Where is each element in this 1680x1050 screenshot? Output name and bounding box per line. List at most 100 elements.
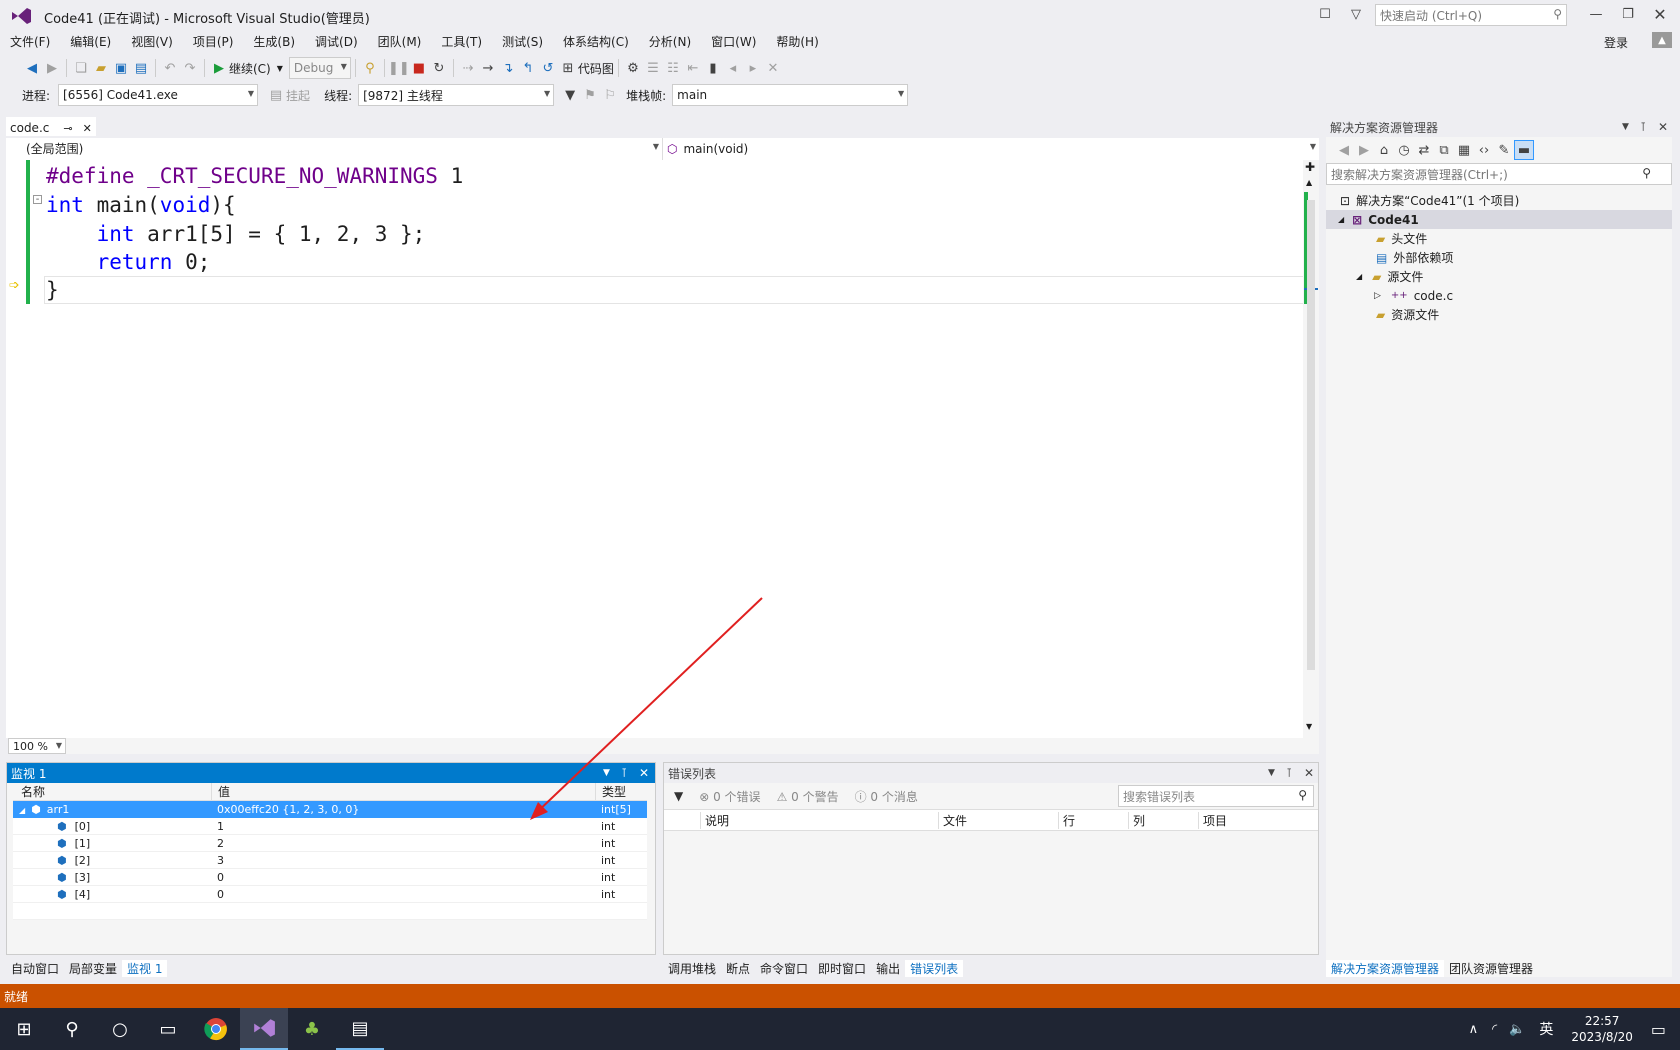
col-column[interactable]: 列 xyxy=(1128,811,1198,829)
start-button[interactable]: ⊞ xyxy=(0,1008,48,1050)
menu-project[interactable]: 项目(P) xyxy=(183,33,244,50)
flag-threads-icon[interactable]: ⚑ xyxy=(580,85,600,105)
history-icon[interactable]: ◷ xyxy=(1394,140,1414,160)
menu-window[interactable]: 窗口(W) xyxy=(701,33,766,50)
stack-frame-select[interactable]: main ▼ xyxy=(672,84,909,106)
show-next-statement-icon[interactable]: ⇢ xyxy=(458,58,478,78)
break-all-icon[interactable]: ❚❚ xyxy=(388,58,410,78)
quick-launch-input[interactable]: 快速启动 (Ctrl+Q) ⚲ xyxy=(1375,4,1567,26)
tree-folder-node[interactable]: ▰ 头文件 xyxy=(1326,229,1672,248)
split-icon[interactable]: ✚ xyxy=(1305,160,1315,174)
filter-icon[interactable]: ▽ xyxy=(1346,4,1366,24)
tree-folder-node[interactable]: ◢ ▰ 源文件 xyxy=(1326,267,1672,286)
restart-icon[interactable]: ↻ xyxy=(429,58,449,78)
watch-row[interactable]: ⬢ [3] 0 int xyxy=(13,869,647,886)
scroll-up-icon[interactable]: ▲ xyxy=(1306,178,1312,187)
tab-locals[interactable]: 局部变量 xyxy=(64,960,122,977)
clock[interactable]: 22:57 2023/8/20 xyxy=(1571,1013,1633,1045)
continue-icon[interactable]: ▶ xyxy=(209,58,229,78)
panel-pin-icon[interactable]: ⊺ xyxy=(1640,120,1646,134)
solution-explorer-header[interactable]: 解决方案资源管理器 ▼ ⊺ ✕ xyxy=(1326,117,1672,137)
scope-select[interactable]: (全局范围) ▼ xyxy=(6,137,662,160)
solution-search-input[interactable]: 搜索解决方案资源管理器(Ctrl+;) ⚲ xyxy=(1326,163,1672,185)
preview-icon[interactable]: ▬ xyxy=(1514,140,1534,160)
warning-count-button[interactable]: ⚠ 0 个警告 xyxy=(777,788,839,805)
editor-vertical-scrollbar[interactable]: ✚ ▲ ▼ xyxy=(1303,160,1319,738)
account-icon[interactable]: ▲ xyxy=(1652,32,1672,48)
code-map-button[interactable]: 代码图 xyxy=(578,60,614,77)
panel-menu-icon[interactable]: ▼ xyxy=(1268,768,1275,778)
col-project[interactable]: 项目 xyxy=(1198,811,1318,829)
watch-value-cell[interactable]: 0 xyxy=(211,871,595,884)
stop-debugging-icon[interactable]: ■ xyxy=(409,58,429,78)
cortana-icon[interactable]: ○ xyxy=(96,1008,144,1050)
outdent-icon[interactable]: ⇤ xyxy=(683,58,703,78)
menu-edit[interactable]: 编辑(E) xyxy=(60,33,121,50)
editor-tab-code-c[interactable]: code.c ⊸ ✕ xyxy=(6,117,96,137)
tab-command-window[interactable]: 命令窗口 xyxy=(755,960,813,977)
login-link[interactable]: 登录 xyxy=(1594,34,1638,51)
next-bookmark-icon[interactable]: ▸ xyxy=(743,58,763,78)
back-icon[interactable]: ◀ xyxy=(1334,140,1354,160)
menu-file[interactable]: 文件(F) xyxy=(0,33,60,50)
code-map-icon[interactable]: ⊞ xyxy=(558,58,578,78)
menu-team[interactable]: 团队(M) xyxy=(368,33,432,50)
feedback-icon[interactable]: ☐ xyxy=(1315,4,1335,24)
volume-icon[interactable]: 🔈 xyxy=(1509,1022,1525,1037)
restore-button[interactable]: ❐ xyxy=(1618,4,1638,24)
home-icon[interactable]: ⌂ xyxy=(1374,140,1394,160)
clear-bookmarks-icon[interactable]: ✕ xyxy=(763,58,783,78)
watch-value-cell[interactable]: 2 xyxy=(211,837,595,850)
new-project-icon[interactable]: ❏ xyxy=(71,58,91,78)
undo-icon[interactable]: ↶ xyxy=(160,58,180,78)
visual-studio-taskbar-icon[interactable] xyxy=(240,1008,288,1050)
expand-arrow-icon[interactable]: ▷ xyxy=(1374,291,1381,301)
tree-project-node[interactable]: ◢ ⊠ Code41 xyxy=(1326,210,1672,229)
pin-icon[interactable]: ⊸ xyxy=(63,122,72,135)
watch-row[interactable]: ⬢ [1] 2 int xyxy=(13,835,647,852)
search-icon[interactable]: ⚲ xyxy=(48,1008,96,1050)
forward-icon[interactable]: ▶ xyxy=(42,58,62,78)
collapse-arrow-icon[interactable]: ◢ xyxy=(19,806,25,815)
menu-view[interactable]: 视图(V) xyxy=(121,33,183,50)
tab-error-list[interactable]: 错误列表 xyxy=(905,959,964,977)
properties-icon[interactable]: ✎ xyxy=(1494,140,1514,160)
thread-select[interactable]: [9872] 主线程 ▼ xyxy=(358,84,555,106)
ime-indicator[interactable]: 英 xyxy=(1539,1019,1553,1039)
back-icon[interactable]: ◀ xyxy=(22,58,42,78)
chevron-down-icon[interactable]: ▼ xyxy=(277,64,283,73)
scroll-down-icon[interactable]: ▼ xyxy=(1306,722,1312,731)
tab-team-explorer[interactable]: 团队资源管理器 xyxy=(1444,960,1538,977)
watch-row[interactable]: ⬢ [4] 0 int xyxy=(13,886,647,903)
step-into-icon[interactable]: → xyxy=(478,58,498,78)
tree-file-node[interactable]: ▷ ++ code.c xyxy=(1326,286,1672,305)
find-in-files-icon[interactable]: ⚲ xyxy=(360,58,380,78)
close-tab-icon[interactable]: ✕ xyxy=(83,122,92,135)
save-all-icon[interactable]: ▤ xyxy=(131,58,151,78)
scroll-thumb[interactable] xyxy=(1307,200,1315,670)
tab-immediate-window[interactable]: 即时窗口 xyxy=(813,960,871,977)
function-select[interactable]: ⬡ main(void) ▼ xyxy=(662,137,1319,160)
collapse-all-icon[interactable]: ⧉ xyxy=(1434,140,1454,160)
menu-analyze[interactable]: 分析(N) xyxy=(639,33,701,50)
window-taskbar-icon[interactable]: ▤ xyxy=(336,1008,384,1050)
message-count-button[interactable]: ⓘ 0 个消息 xyxy=(855,788,918,805)
menu-debug[interactable]: 调试(D) xyxy=(305,33,368,50)
save-icon[interactable]: ▣ xyxy=(111,58,131,78)
forward-icon[interactable]: ▶ xyxy=(1354,140,1374,160)
tab-call-stack[interactable]: 调用堆栈 xyxy=(663,960,721,977)
expand-arrow-icon[interactable]: ◢ xyxy=(1338,215,1344,224)
collapse-outline-icon[interactable]: - xyxy=(33,195,42,205)
panel-close-icon[interactable]: ✕ xyxy=(1658,120,1668,134)
tab-output[interactable]: 输出 xyxy=(871,960,905,977)
tab-watch-1[interactable]: 监视 1 xyxy=(122,959,168,977)
menu-tools[interactable]: 工具(T) xyxy=(431,33,492,50)
uncomment-icon[interactable]: ☷ xyxy=(663,58,683,78)
tab-solution-explorer[interactable]: 解决方案资源管理器 xyxy=(1326,959,1445,977)
menu-help[interactable]: 帮助(H) xyxy=(766,33,828,50)
sync-icon[interactable]: ⇄ xyxy=(1414,140,1434,160)
watch-col-name[interactable]: 名称 xyxy=(13,783,211,800)
watch-row[interactable]: ⬢ [2] 3 int xyxy=(13,852,647,869)
network-icon[interactable]: ◜ xyxy=(1492,1022,1497,1037)
refresh-icon[interactable]: ↺ xyxy=(538,58,558,78)
